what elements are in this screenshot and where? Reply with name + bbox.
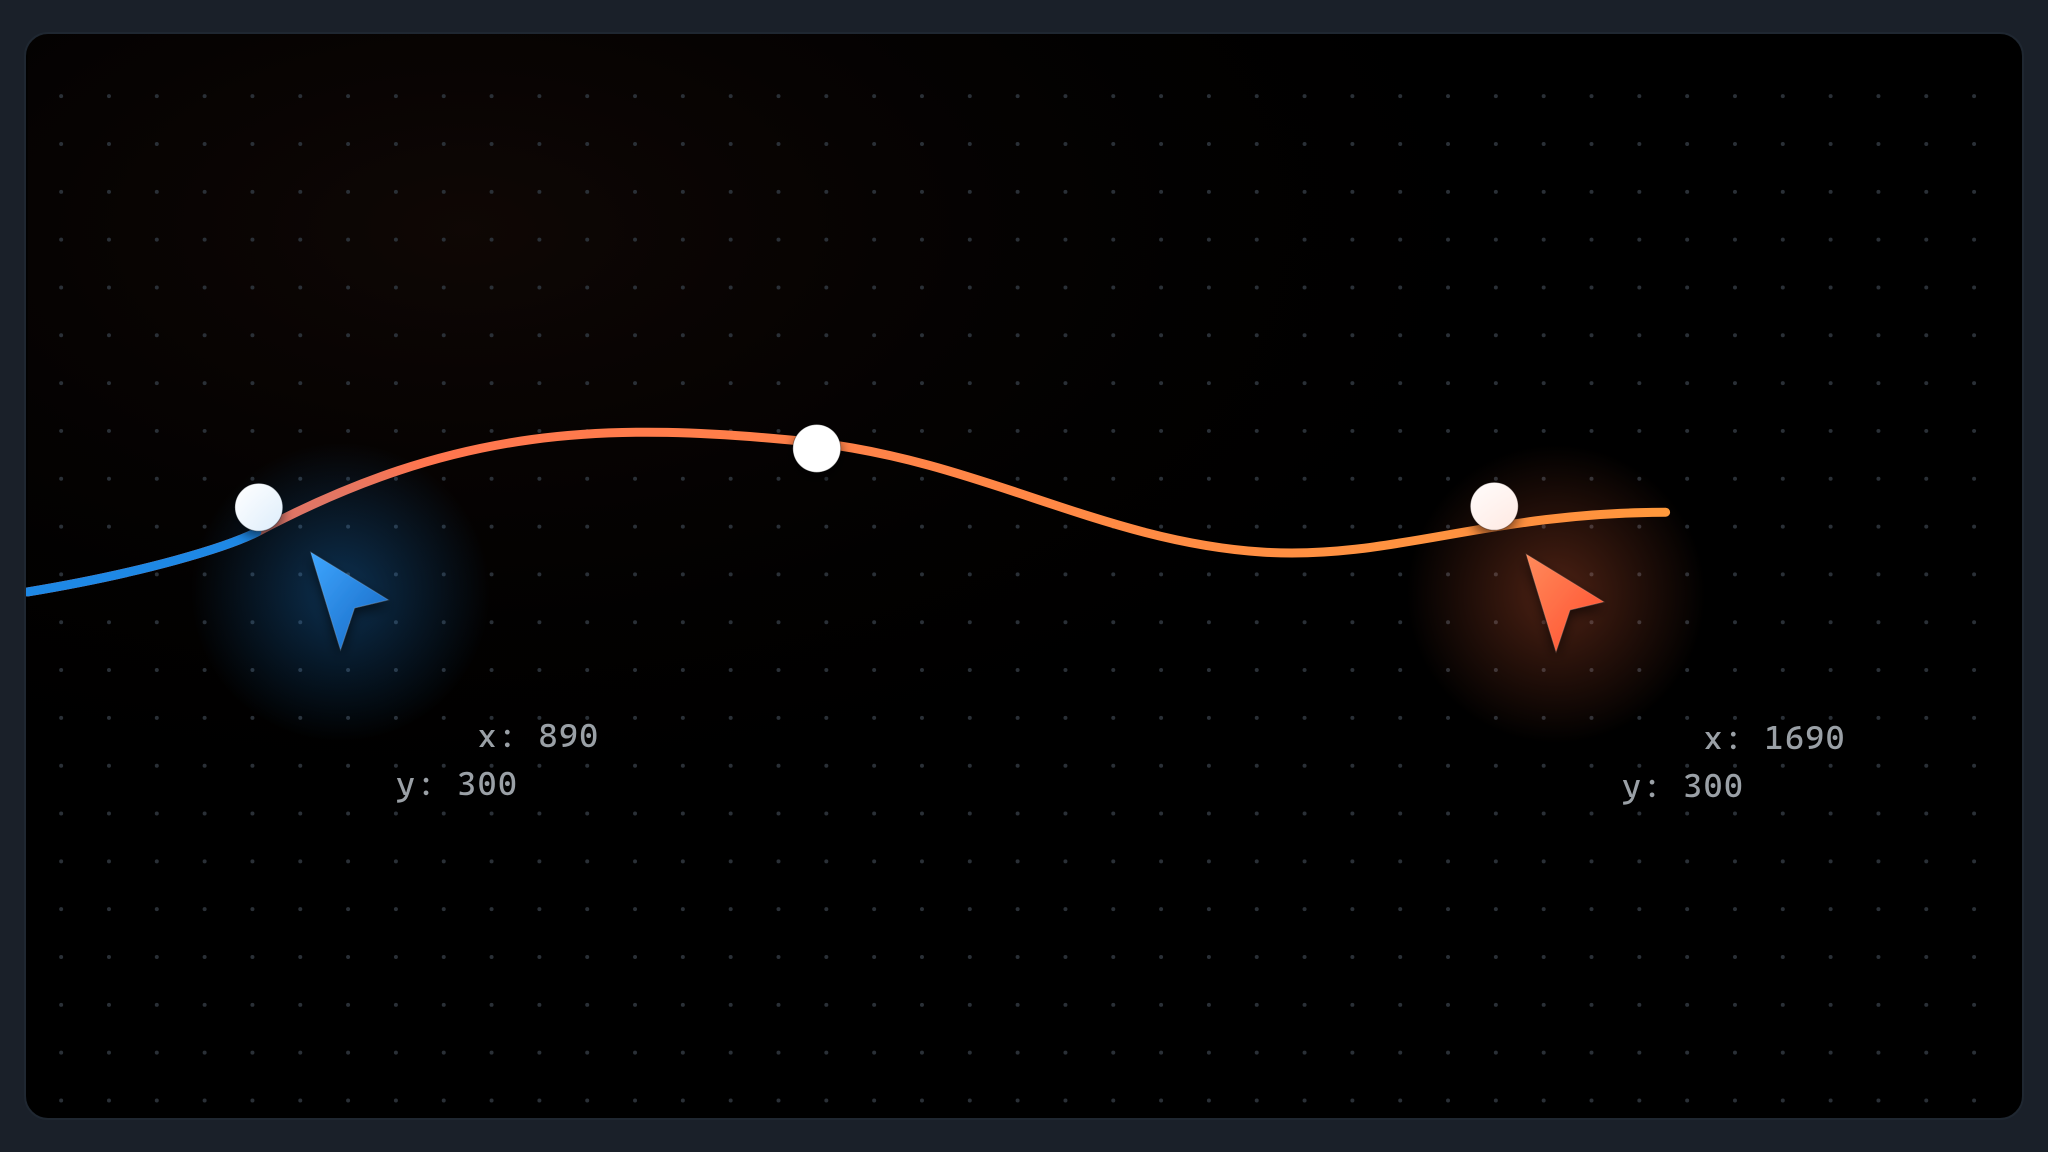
spline-node[interactable] xyxy=(793,425,841,473)
coord-x-value: 890 xyxy=(538,716,599,755)
editor-canvas-frame: x: 890 y: 300 x: 1690 y: 300 xyxy=(24,32,2024,1120)
coord-y-value: 300 xyxy=(457,764,518,803)
coord-x-value: 1690 xyxy=(1764,718,1845,757)
coord-y-label: y: xyxy=(396,764,457,803)
coord-x-label: x: xyxy=(1703,718,1764,757)
coord-readout-blue: x: 890 y: 300 xyxy=(396,664,599,855)
coord-x-label: x: xyxy=(477,716,538,755)
canvas-svg xyxy=(26,34,2022,1118)
coord-y-label: y: xyxy=(1622,766,1683,805)
coord-y-value: 300 xyxy=(1683,766,1744,805)
coord-readout-orange: x: 1690 y: 300 xyxy=(1622,666,1846,857)
